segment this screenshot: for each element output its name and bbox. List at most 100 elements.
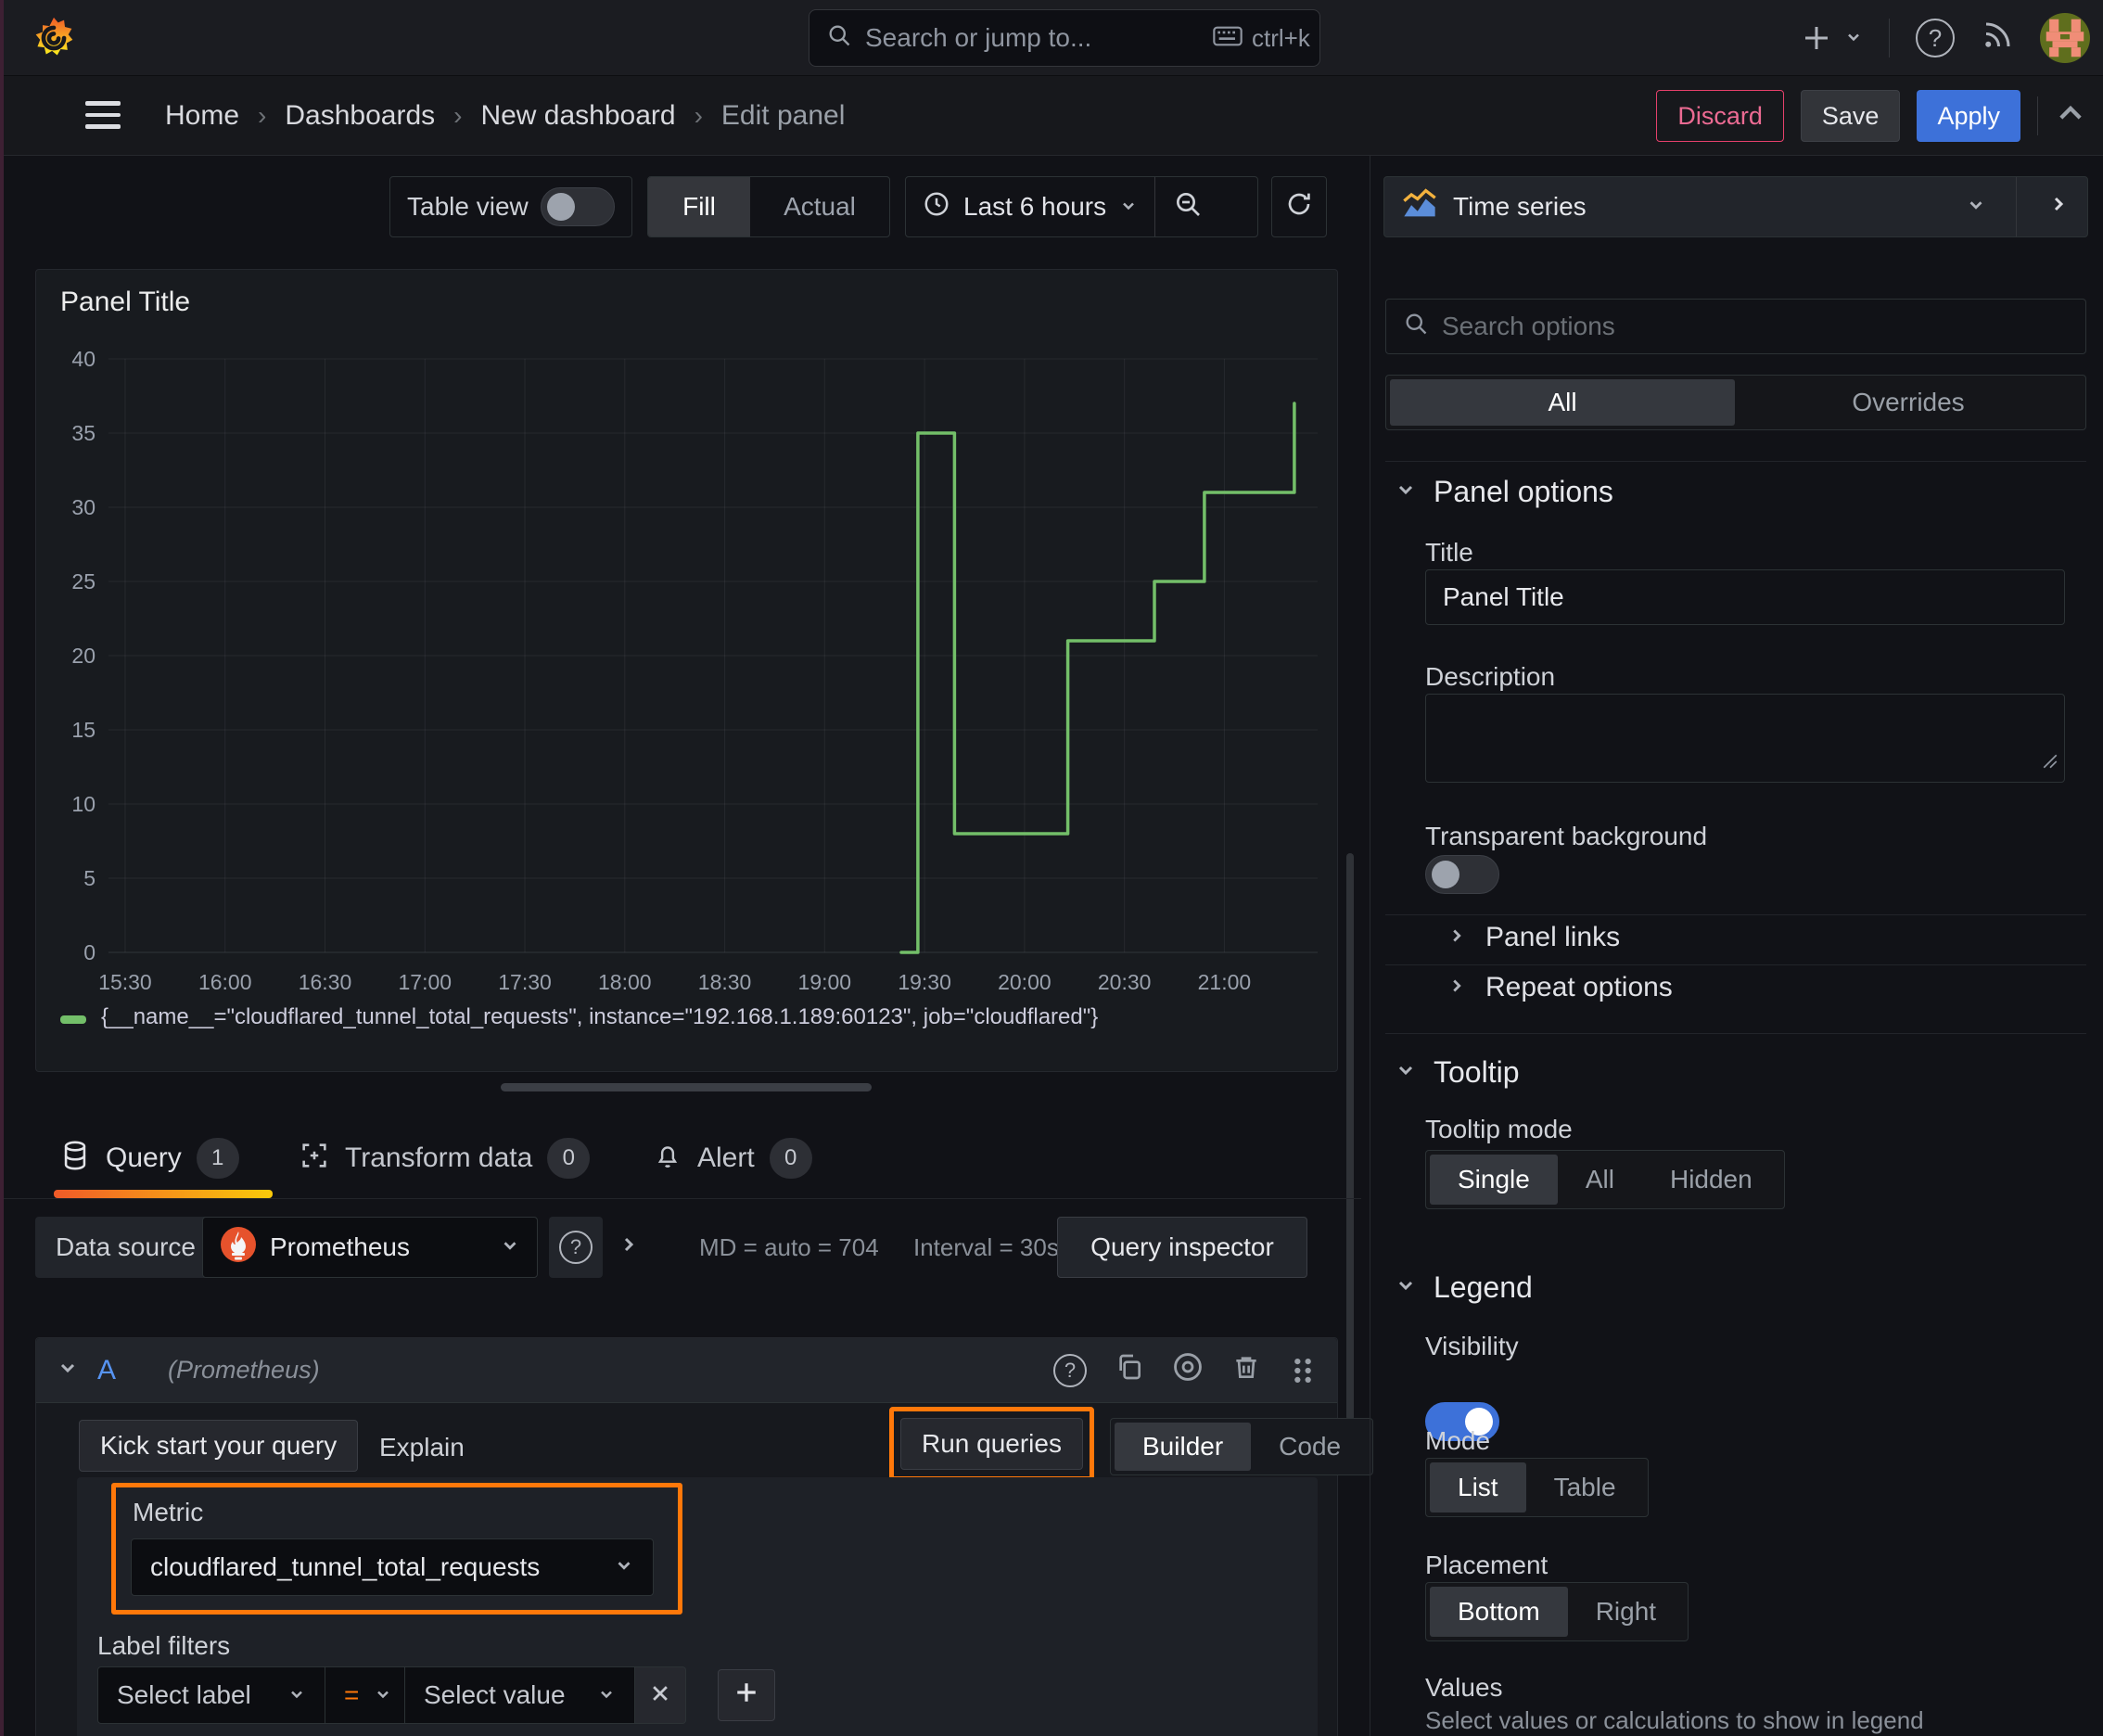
tab-all[interactable]: All: [1390, 379, 1735, 426]
legend-values-label: Values: [1425, 1673, 1503, 1702]
fill-actual-switch: Fill Actual: [647, 176, 890, 237]
apply-button[interactable]: Apply: [1917, 90, 2020, 142]
help-button[interactable]: ?: [1916, 19, 1955, 57]
tab-alert[interactable]: Alert 0: [653, 1117, 812, 1199]
time-range-picker[interactable]: Last 6 hours: [906, 177, 1154, 236]
placement-bottom-option[interactable]: Bottom: [1430, 1587, 1568, 1637]
panel-links-section[interactable]: Panel links: [1447, 922, 1620, 953]
kick-start-query-button[interactable]: Kick start your query: [79, 1420, 359, 1472]
builder-option[interactable]: Builder: [1115, 1423, 1252, 1471]
toggle-viz-pane-button[interactable]: [2030, 177, 2087, 236]
toggle-visibility-button[interactable]: [1172, 1351, 1204, 1389]
options-search[interactable]: [1385, 299, 2086, 354]
top-bar: ctrl+k ?: [0, 0, 2103, 76]
discard-button[interactable]: Discard: [1656, 90, 1784, 142]
svg-text:15:30: 15:30: [98, 970, 152, 994]
repeat-options-label: Repeat options: [1485, 972, 1673, 1002]
delete-query-button[interactable]: [1231, 1352, 1261, 1388]
svg-text:21:00: 21:00: [1198, 970, 1252, 994]
remove-filter-button[interactable]: [635, 1666, 686, 1724]
datasource-help-button[interactable]: ?: [549, 1217, 603, 1278]
svg-text:16:00: 16:00: [198, 970, 252, 994]
options-search-input[interactable]: [1442, 312, 2069, 341]
breadcrumb-edit-panel: Edit panel: [720, 100, 846, 131]
legend-item[interactable]: {__name__="cloudflared_tunnel_total_requ…: [60, 1004, 1098, 1030]
breadcrumb-new-dashboard[interactable]: New dashboard: [480, 100, 675, 132]
run-queries-highlight: Run queries: [889, 1407, 1094, 1481]
refresh-button[interactable]: [1271, 176, 1327, 237]
description-textarea[interactable]: [1425, 694, 2065, 783]
alert-count-badge: 0: [769, 1138, 812, 1179]
run-queries-button[interactable]: Run queries: [900, 1418, 1083, 1470]
chevron-down-icon: [1395, 478, 1417, 507]
tab-transform[interactable]: Transform data 0: [299, 1117, 591, 1199]
metric-label: Metric: [133, 1498, 204, 1526]
transparent-background-label: Transparent background: [1425, 822, 1708, 850]
repeat-options-section[interactable]: Repeat options: [1447, 972, 1673, 1003]
metric-select[interactable]: cloudflared_tunnel_total_requests: [131, 1538, 654, 1596]
tab-overrides[interactable]: Overrides: [1735, 379, 2082, 426]
news-button[interactable]: [1981, 19, 2014, 58]
panel-title-field[interactable]: Panel Title: [1425, 569, 2065, 625]
svg-text:5: 5: [83, 866, 96, 890]
divider: [1385, 1033, 2086, 1034]
query-inspector-button[interactable]: Query inspector: [1057, 1217, 1307, 1278]
collapse-options-button[interactable]: [2055, 97, 2086, 135]
save-button[interactable]: Save: [1800, 90, 1901, 142]
divider: [2037, 96, 2038, 135]
timeseries-chart[interactable]: 15:30 16:00 16:30 17:00 17:30 18:00 18:30 19:00…: [49, 344, 1325, 1002]
actual-option[interactable]: Actual: [750, 177, 889, 236]
add-menu-button[interactable]: [1800, 21, 1863, 55]
legend-table-option[interactable]: Table: [1526, 1462, 1644, 1513]
global-search[interactable]: ctrl+k: [809, 9, 1320, 67]
expand-options-button[interactable]: [618, 1217, 640, 1278]
builder-code-switch: Builder Code: [1110, 1418, 1374, 1475]
svg-text:17:30: 17:30: [498, 970, 552, 994]
select-label-dropdown[interactable]: Select label: [97, 1666, 325, 1724]
transparent-background-toggle[interactable]: [1425, 855, 1499, 894]
tooltip-mode-label: Tooltip mode: [1425, 1115, 1573, 1143]
tooltip-section-header[interactable]: Tooltip: [1395, 1055, 1520, 1090]
breadcrumb-home[interactable]: Home: [165, 100, 239, 132]
duplicate-query-button[interactable]: [1115, 1352, 1144, 1388]
chevron-down-icon: [614, 1552, 634, 1582]
user-avatar[interactable]: [2040, 13, 2090, 63]
tab-query[interactable]: Query 1: [59, 1117, 239, 1199]
search-input[interactable]: [865, 23, 1200, 53]
tooltip-single-option[interactable]: Single: [1430, 1155, 1558, 1205]
code-option[interactable]: Code: [1251, 1423, 1369, 1471]
legend-placement-switch: Bottom Right: [1425, 1582, 1689, 1641]
query-row-header[interactable]: A (Prometheus) ?: [36, 1338, 1337, 1403]
query-help-button[interactable]: ?: [1053, 1353, 1087, 1387]
select-label-placeholder: Select label: [117, 1680, 251, 1709]
label-filters-label: Label filters: [97, 1631, 231, 1660]
help-icon: ?: [1053, 1353, 1087, 1387]
tooltip-hidden-option[interactable]: Hidden: [1642, 1155, 1780, 1205]
legend-list-option[interactable]: List: [1430, 1462, 1526, 1513]
query-datasource-hint: (Prometheus): [168, 1356, 320, 1384]
placement-right-option[interactable]: Right: [1568, 1587, 1684, 1637]
datasource-picker[interactable]: Prometheus: [202, 1217, 538, 1278]
table-view-toggle[interactable]: [541, 187, 615, 226]
menu-icon[interactable]: [85, 101, 121, 129]
operator-dropdown[interactable]: =: [325, 1666, 405, 1724]
svg-text:19:00: 19:00: [798, 970, 852, 994]
select-value-dropdown[interactable]: Select value: [405, 1666, 635, 1724]
breadcrumb-dashboards[interactable]: Dashboards: [285, 100, 435, 132]
legend-section-header[interactable]: Legend: [1395, 1270, 1533, 1305]
copy-icon: [1115, 1352, 1144, 1388]
search-icon: [1403, 311, 1429, 343]
svg-text:0: 0: [83, 940, 96, 964]
add-filter-button[interactable]: [718, 1669, 775, 1721]
resize-handle-icon[interactable]: [2042, 747, 2058, 776]
grafana-logo-icon[interactable]: [32, 16, 76, 67]
panel-options-header[interactable]: Panel options: [1395, 475, 1613, 509]
pane-resize-handle[interactable]: [501, 1083, 872, 1091]
fill-option[interactable]: Fill: [648, 177, 750, 236]
drag-handle-icon[interactable]: [1289, 1355, 1317, 1386]
chevron-right-icon: [1447, 923, 1467, 952]
chevron-down-icon: [1395, 1058, 1417, 1088]
tooltip-all-option[interactable]: All: [1558, 1155, 1642, 1205]
zoom-out-button[interactable]: [1155, 177, 1220, 236]
visualization-select[interactable]: Time series: [1384, 177, 2003, 236]
